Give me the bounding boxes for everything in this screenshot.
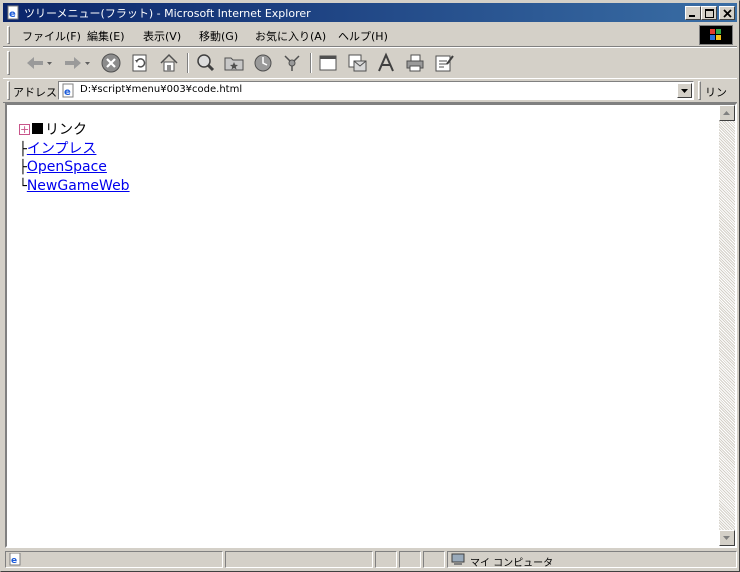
fullscreen-button[interactable] — [317, 52, 339, 74]
refresh-icon — [132, 54, 147, 72]
toolbar-grip[interactable] — [7, 51, 10, 75]
edit-button[interactable] — [433, 52, 455, 74]
status-pane — [375, 551, 397, 568]
expand-toggle[interactable]: + — [19, 124, 30, 135]
address-dropdown-button[interactable] — [677, 83, 692, 98]
stop-icon — [101, 53, 121, 73]
search-icon — [197, 54, 215, 72]
tree-root-label: リンク — [45, 122, 87, 138]
font-icon — [378, 52, 394, 72]
svg-text:e: e — [9, 9, 16, 20]
maximize-icon — [705, 9, 714, 18]
minimize-icon — [689, 15, 695, 17]
channels-icon — [284, 55, 300, 71]
print-icon — [406, 54, 424, 72]
address-value: D:¥script¥menu¥003¥code.html — [80, 84, 243, 95]
browser-window: e ツリーメニュー(フラット) - Microsoft Internet Exp… — [0, 0, 740, 572]
menubar-grip[interactable] — [7, 26, 10, 44]
font-button[interactable] — [375, 52, 397, 74]
toolbar-separator — [187, 53, 189, 73]
tree-root: + リンク — [19, 121, 130, 140]
back-button[interactable] — [23, 52, 55, 74]
window-title: ツリーメニュー(フラット) - Microsoft Internet Explo… — [24, 7, 311, 20]
history-icon — [254, 54, 272, 72]
scroll-up-button[interactable] — [719, 105, 735, 121]
folder-square-icon — [32, 123, 43, 134]
print-button[interactable] — [404, 52, 426, 74]
history-button[interactable] — [252, 52, 274, 74]
page-content: + リンク ├インプレス ├OpenSpace └NewGameWeb — [5, 103, 737, 548]
minimize-button[interactable] — [685, 6, 701, 20]
addressbar-grip[interactable] — [7, 81, 10, 100]
channels-button[interactable] — [281, 52, 303, 74]
windows-logo — [699, 25, 733, 45]
page-icon: e — [62, 83, 74, 98]
tree-branch-connector: ├ — [19, 141, 27, 157]
home-button[interactable] — [158, 52, 180, 74]
svg-text:e: e — [64, 87, 71, 98]
forward-button[interactable] — [61, 52, 93, 74]
menu-edit[interactable]: 編集(E) — [87, 28, 125, 44]
tree-branch-connector: ├ — [19, 160, 27, 175]
favorites-icon — [224, 57, 244, 71]
address-bar: アドレス e D:¥script¥menu¥003¥code.html リンク — [3, 78, 737, 115]
windows-flag-icon — [710, 29, 721, 40]
address-label: アドレス — [13, 86, 57, 99]
search-button[interactable] — [194, 52, 216, 74]
standard-toolbar — [3, 47, 737, 79]
arrow-down-icon — [723, 536, 730, 540]
page-status-icon: e — [9, 553, 21, 566]
mail-button[interactable] — [346, 52, 368, 74]
forward-arrow-icon — [65, 57, 90, 69]
menu-view[interactable]: 表示(V) — [143, 28, 181, 44]
edit-icon — [435, 55, 454, 72]
arrow-up-icon — [723, 111, 730, 115]
scroll-down-button[interactable] — [719, 530, 735, 546]
status-text-pane: e — [5, 551, 223, 568]
fullscreen-icon — [319, 55, 337, 71]
tree-branch-connector: └ — [19, 178, 27, 194]
link-openspace[interactable]: OpenSpace — [27, 159, 107, 175]
menu-help[interactable]: ヘルプ(H) — [338, 28, 388, 44]
tree-item: ├OpenSpace — [19, 158, 130, 177]
menu-favorites[interactable]: お気に入り(A) — [255, 28, 326, 44]
back-arrow-icon — [27, 57, 52, 69]
my-computer-icon — [451, 553, 465, 565]
status-zone-pane: マイ コンピュータ — [447, 551, 737, 569]
refresh-button[interactable] — [129, 52, 151, 74]
status-progress-pane — [225, 551, 373, 568]
stop-button[interactable] — [100, 52, 122, 74]
menu-file[interactable]: ファイル(F) — [22, 28, 81, 44]
mail-icon — [348, 54, 367, 72]
status-pane — [399, 551, 421, 568]
status-bar: e マイ コンピュータ — [3, 549, 737, 569]
svg-text:e: e — [11, 556, 17, 566]
favorites-button[interactable] — [223, 52, 245, 74]
tree-item: ├インプレス — [19, 140, 130, 159]
tree-item: └NewGameWeb — [19, 177, 130, 196]
maximize-button[interactable] — [701, 6, 717, 20]
menu-bar: ファイル(F) 編集(E) 表示(V) 移動(G) お気に入り(A) ヘルプ(H… — [3, 24, 737, 47]
vertical-scrollbar[interactable] — [719, 105, 735, 546]
home-icon — [160, 53, 178, 72]
link-impress[interactable]: インプレス — [27, 141, 97, 157]
zone-label: マイ コンピュータ — [470, 558, 554, 569]
title-bar[interactable]: e ツリーメニュー(フラット) - Microsoft Internet Exp… — [3, 3, 737, 22]
menu-go[interactable]: 移動(G) — [199, 28, 238, 44]
toolbar-separator — [310, 53, 312, 73]
links-grip[interactable] — [698, 81, 701, 100]
tree-menu: + リンク ├インプレス ├OpenSpace └NewGameWeb — [19, 121, 130, 195]
status-pane — [423, 551, 445, 568]
ie-page-icon: e — [7, 5, 19, 20]
address-input[interactable]: e D:¥script¥menu¥003¥code.html — [58, 81, 694, 100]
chevron-down-icon — [681, 89, 688, 93]
close-button[interactable] — [719, 6, 735, 20]
link-newgameweb[interactable]: NewGameWeb — [27, 178, 130, 194]
close-icon — [723, 9, 732, 18]
